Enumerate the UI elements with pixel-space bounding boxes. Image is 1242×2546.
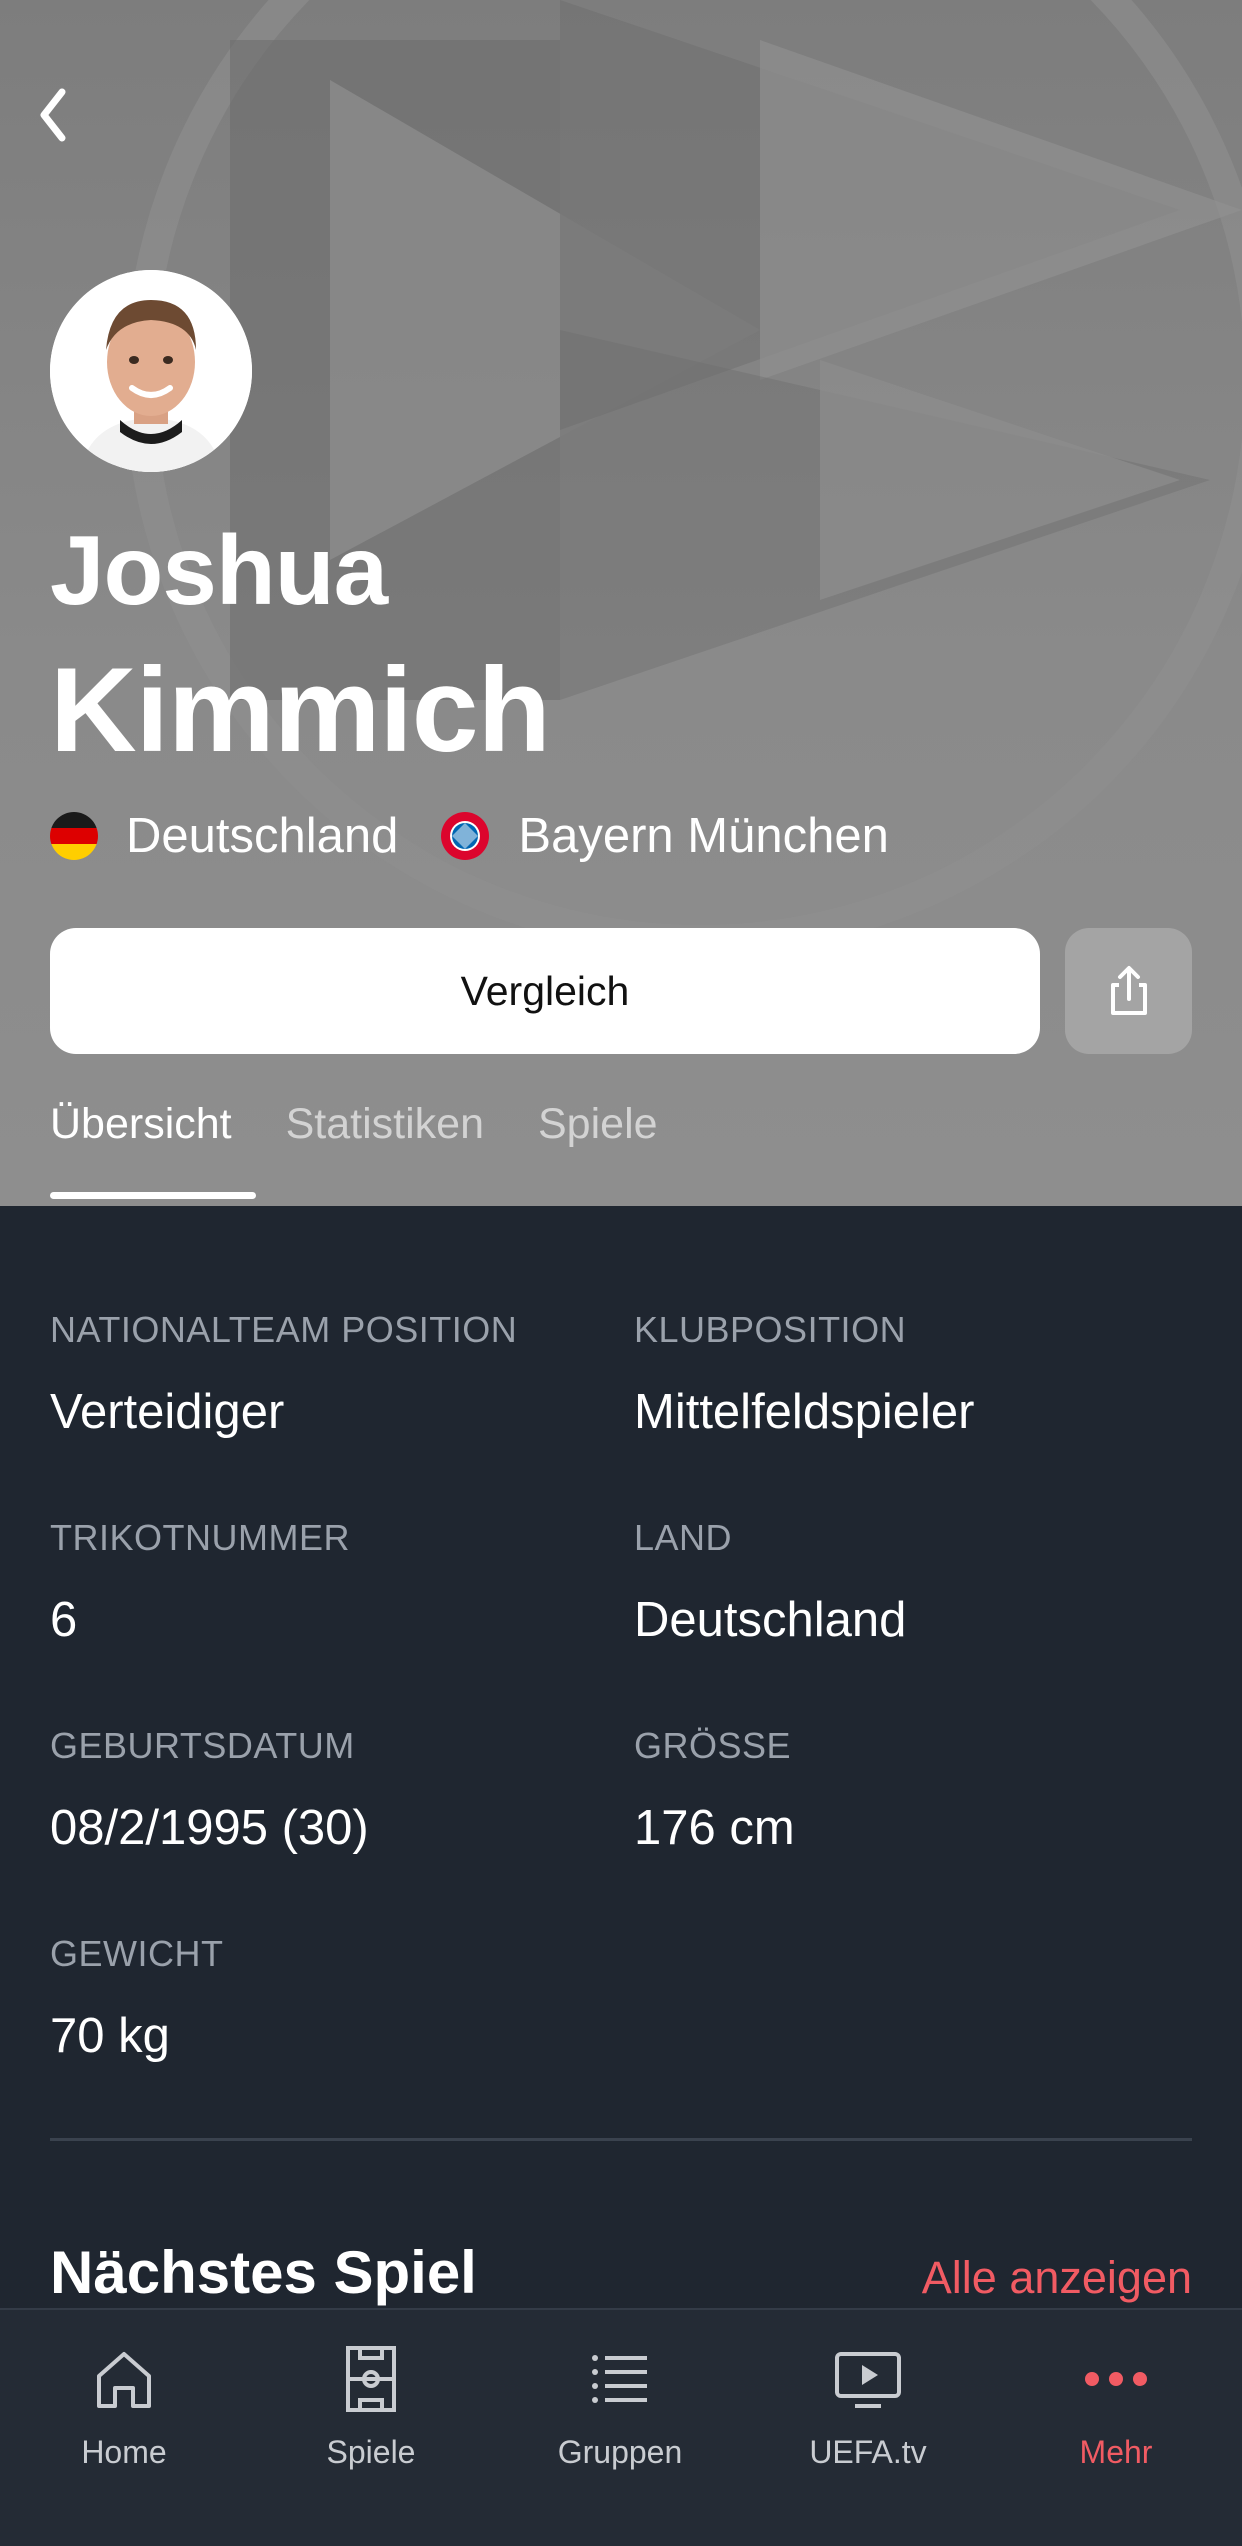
player-club[interactable]: Bayern München <box>518 808 888 864</box>
bottom-navigation: Home Spiele Gruppen UEFA.tv Mehr <box>0 2308 1242 2546</box>
back-button[interactable] <box>14 70 104 160</box>
player-header: Joshua Kimmich Deutschland Bayern Münche… <box>0 0 1242 1206</box>
next-match-heading: Nächstes Spiel <box>50 2239 477 2306</box>
nav-home[interactable]: Home <box>24 2334 224 2471</box>
profile-tabs: Übersicht Statistiken Spiele <box>50 1100 712 1149</box>
nav-uefa-tv[interactable]: UEFA.tv <box>768 2334 968 2471</box>
tab-overview[interactable]: Übersicht <box>50 1100 232 1149</box>
germany-flag-icon <box>50 812 98 860</box>
info-shirt-number: TRIKOTNUMMER 6 <box>50 1517 350 1648</box>
section-divider <box>50 2138 1192 2141</box>
more-dots-icon <box>1085 2372 1147 2386</box>
nav-matches[interactable]: Spiele <box>271 2334 471 2471</box>
info-country: LAND Deutschland <box>634 1517 907 1648</box>
bayern-crest-icon <box>441 812 490 860</box>
list-icon <box>592 2355 647 2403</box>
tv-play-icon <box>835 2352 901 2408</box>
nav-groups[interactable]: Gruppen <box>520 2334 720 2471</box>
home-icon <box>97 2352 151 2408</box>
player-first-name: Joshua <box>50 515 388 625</box>
tab-statistics[interactable]: Statistiken <box>286 1100 484 1149</box>
player-last-name: Kimmich <box>50 643 551 777</box>
compare-button[interactable]: Vergleich <box>50 928 1040 1054</box>
info-height: GRÖSSE 176 cm <box>634 1725 795 1856</box>
pitch-icon <box>346 2346 396 2412</box>
see-all-link[interactable]: Alle anzeigen <box>922 2252 1192 2304</box>
active-tab-indicator <box>50 1192 256 1199</box>
info-club-position: KLUBPOSITION Mittelfeldspieler <box>634 1309 975 1440</box>
info-national-position: NATIONALTEAM POSITION Verteidiger <box>50 1309 518 1440</box>
player-country[interactable]: Deutschland <box>126 808 398 864</box>
chevron-left-icon <box>40 88 66 142</box>
player-affiliations: Deutschland Bayern München <box>50 806 889 866</box>
share-icon <box>1110 966 1147 1015</box>
nav-more[interactable]: Mehr <box>1016 2334 1216 2471</box>
info-birth-date: GEBURTSDATUM 08/2/1995 (30) <box>50 1725 369 1856</box>
share-button[interactable] <box>1065 928 1192 1054</box>
info-weight: GEWICHT 70 kg <box>50 1933 224 2064</box>
tab-matches[interactable]: Spiele <box>538 1100 658 1149</box>
player-avatar <box>50 270 252 472</box>
